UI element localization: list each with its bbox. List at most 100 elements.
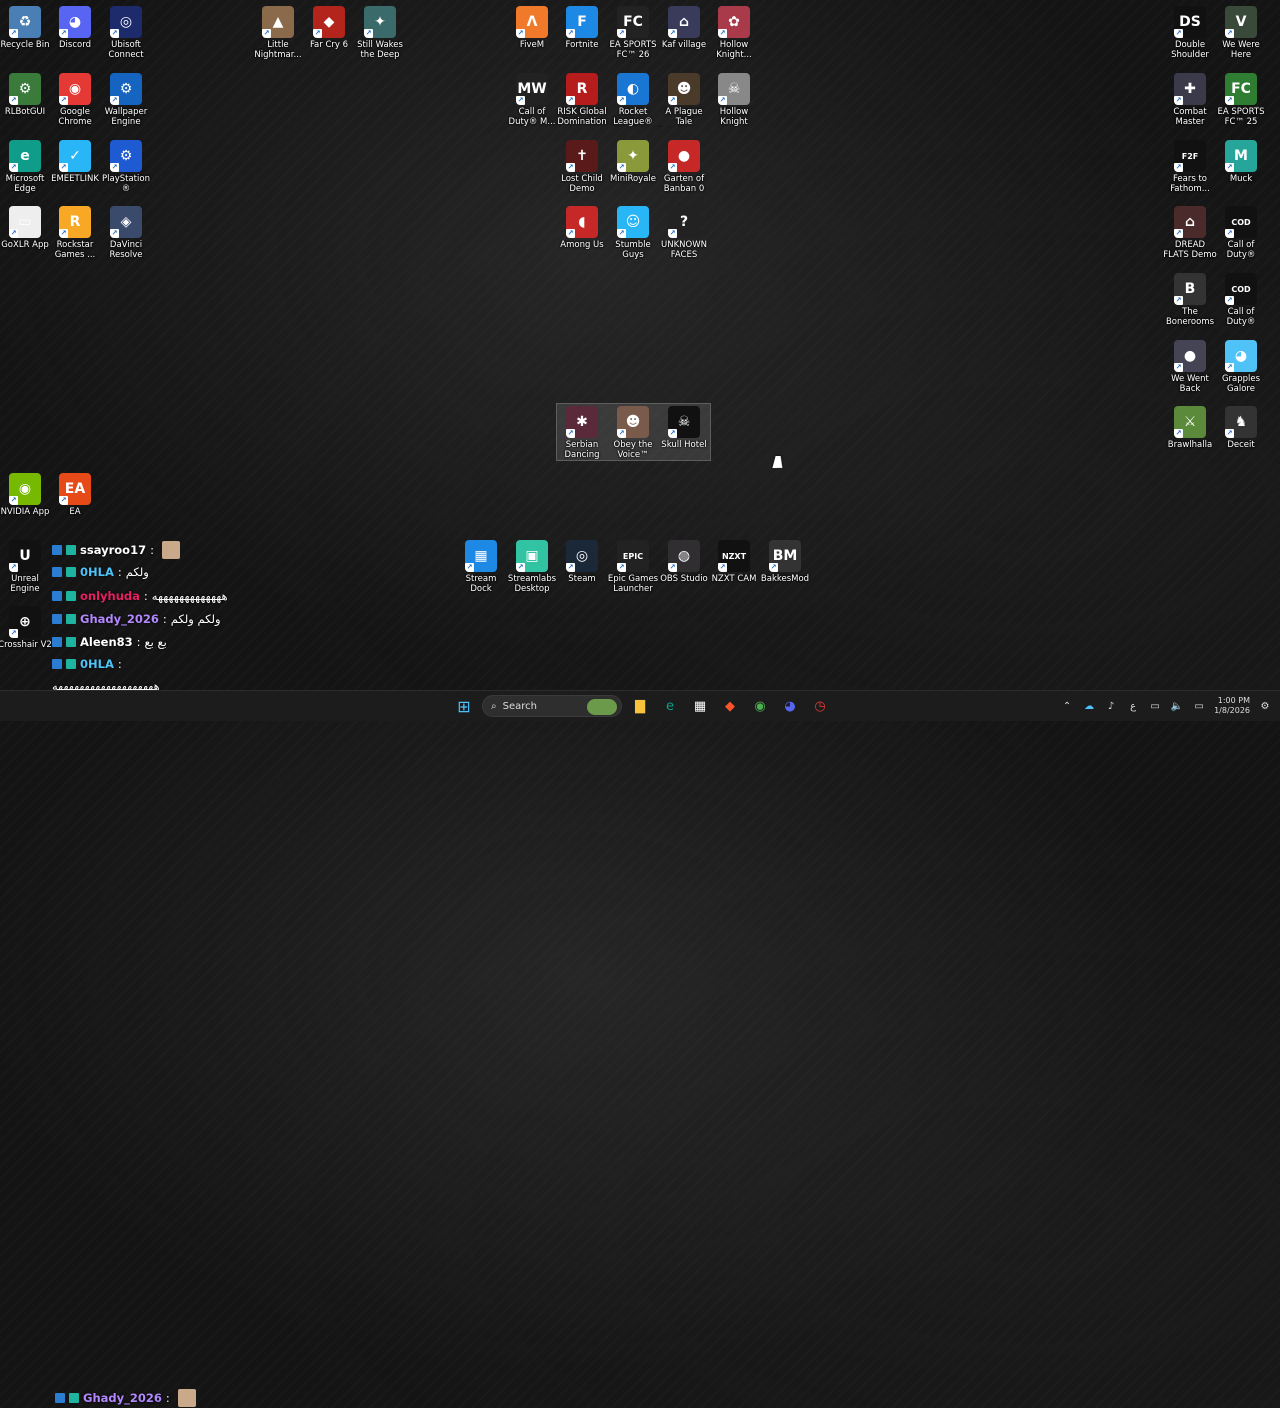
desktop-shortcut[interactable]: ✓ ↗ EMEETLINK [50, 140, 100, 184]
desktop-shortcut[interactable]: ◆ ↗ Far Cry 6 [304, 6, 354, 50]
microphone-icon[interactable]: ♪ [1104, 699, 1118, 713]
desktop-shortcut[interactable]: ? ↗ UNKNOWN FACES [659, 206, 709, 260]
goxlr-icon: ▭ ↗ [9, 206, 41, 238]
desktop-shortcut[interactable]: ⊕ ↗ Crosshair V2 [0, 606, 52, 650]
shortcut-label: Unreal Engine [10, 574, 40, 594]
desktop-shortcut[interactable]: ✦ ↗ Still Wakes the Deep [355, 6, 405, 60]
shortcut-arrow-icon: ↗ [59, 29, 68, 38]
desktop-shortcut[interactable]: e ↗ Microsoft Edge [0, 140, 50, 194]
shortcut-arrow-icon: ↗ [9, 96, 18, 105]
desktop-shortcut[interactable]: ♞ ↗ Deceit [1216, 406, 1266, 450]
desktop-shortcut[interactable]: V ↗ We Were Here [1216, 6, 1266, 60]
shortcut-arrow-icon: ↗ [1225, 163, 1234, 172]
desktop-shortcut[interactable]: FC ↗ EA SPORTS FC™ 25 [1216, 73, 1266, 127]
desktop-shortcut[interactable]: ▲ ↗ Little Nightmar... [253, 6, 303, 60]
chevron-up-icon[interactable]: ⌃ [1060, 699, 1074, 713]
desktop-shortcut[interactable]: ☺ ↗ Stumble Guys [608, 206, 658, 260]
desktop-shortcut[interactable]: ◐ ↗ Rocket League® [608, 73, 658, 127]
desktop-shortcut[interactable]: ▦ ↗ Stream Dock [456, 540, 506, 594]
shortcut-label: NVIDIA App [0, 507, 50, 517]
language-indicator[interactable]: ع [1126, 699, 1140, 713]
wallpaper-engine-icon: ⚙ ↗ [110, 73, 142, 105]
shortcut-arrow-icon: ↗ [1174, 229, 1183, 238]
desktop-shortcut[interactable]: ◈ ↗ DaVinci Resolve [101, 206, 151, 260]
chat-username: Aleen83 [80, 635, 133, 649]
brave-icon[interactable]: ◆ [718, 694, 742, 718]
desktop-shortcut[interactable]: ⚙ ↗ Wallpaper Engine [101, 73, 151, 127]
desktop-shortcut[interactable]: ☠ ↗ Hollow Knight [709, 73, 759, 127]
grapples-galore-icon: ◕ ↗ [1225, 340, 1257, 372]
desktop-shortcut[interactable]: ◕ ↗ Discord [50, 6, 100, 50]
stream-dock-icon: ▦ ↗ [465, 540, 497, 572]
desktop-shortcut[interactable]: ◎ ↗ Steam [557, 540, 607, 584]
store-icon[interactable]: ▦ [688, 694, 712, 718]
desktop-shortcut[interactable]: ✚ ↗ Combat Master [1165, 73, 1215, 127]
settings-gear-icon[interactable]: ⚙ [1258, 699, 1272, 713]
shortcut-label: Kaf village [661, 40, 707, 50]
desktop-shortcut[interactable]: ✿ ↗ Hollow Knight... [709, 6, 759, 60]
file-explorer-icon[interactable]: ▇ [628, 694, 652, 718]
start-button[interactable]: ⊞ [452, 694, 476, 718]
chat-badge-icon [52, 637, 62, 647]
desktop-shortcut[interactable]: F2F ↗ Fears to Fathom... [1165, 140, 1215, 194]
desktop-shortcut[interactable]: R ↗ Rockstar Games ... [50, 206, 100, 260]
desktop-shortcut[interactable]: FC ↗ EA SPORTS FC™ 26 [608, 6, 658, 60]
desktop-shortcut[interactable]: ☻↗Obey the Voice™ Demo [608, 406, 658, 460]
desktop-shortcut[interactable]: COD ↗ Call of Duty® [1216, 206, 1266, 260]
shortcut-arrow-icon: ↗ [566, 29, 575, 38]
desktop-shortcut[interactable]: ◕ ↗ Grapples Galore [1216, 340, 1266, 394]
desktop-shortcut[interactable]: ⚔ ↗ Brawlhalla [1165, 406, 1215, 450]
desktop-shortcut[interactable]: ☻↗A Plague Tale Requiem - ... [659, 73, 709, 127]
desktop-shortcut[interactable]: BM ↗ BakkesMod [760, 540, 810, 584]
ea-fc26-icon: FC ↗ [617, 6, 649, 38]
shortcut-arrow-icon: ↗ [516, 29, 525, 38]
desktop-shortcut[interactable]: COD ↗ Call of Duty® [1216, 273, 1266, 327]
desktop-shortcut[interactable]: DS ↗ Double Shoulder [1165, 6, 1215, 60]
desktop-shortcut[interactable]: B ↗ The Bonerooms [1165, 273, 1215, 327]
desktop-shortcut[interactable]: ⌂ ↗ DREAD FLATS Demo [1163, 206, 1217, 260]
edge-icon[interactable]: e [658, 694, 682, 718]
desktop-shortcut[interactable]: U ↗ Unreal Engine [0, 540, 50, 594]
desktop-shortcut[interactable]: ● ↗ Garten of Banban 0 [659, 140, 709, 194]
desktop-shortcut[interactable]: NZXT ↗ NZXT CAM [709, 540, 759, 584]
clock-app-icon[interactable]: ◷ [808, 694, 832, 718]
desktop-shortcut[interactable]: R ↗ RISK Global Domination [557, 73, 607, 127]
epic-games-icon: EPIC ↗ [617, 540, 649, 572]
desktop-shortcut[interactable]: ◎ ↗ Ubisoft Connect [101, 6, 151, 60]
desktop-shortcut[interactable]: ▣ ↗ Streamlabs Desktop [507, 540, 557, 594]
desktop-shortcut[interactable]: ⚙↗PlayStation® Accessories [101, 140, 151, 194]
network-icon[interactable]: ▭ [1192, 699, 1206, 713]
chat-badge-icon [55, 1393, 65, 1403]
display-icon[interactable]: ▭ [1148, 699, 1162, 713]
chrome-icon[interactable]: ◉ [748, 694, 772, 718]
desktop-shortcut[interactable]: EPIC ↗ Epic Games Launcher [608, 540, 658, 594]
chat-separator: : [117, 657, 122, 671]
desktop-shortcut[interactable]: ⌂ ↗ Kaf village [659, 6, 709, 50]
volume-icon[interactable]: 🔈 [1170, 699, 1184, 713]
desktop-shortcut[interactable]: ✦ ↗ MiniRoyale [608, 140, 658, 184]
shortcut-arrow-icon: ↗ [1225, 363, 1234, 372]
desktop-shortcut[interactable]: ✝ ↗ Lost Child Demo [557, 140, 607, 194]
desktop-shortcut[interactable]: ▭ ↗ GoXLR App [0, 206, 50, 250]
desktop-shortcut[interactable]: Λ ↗ FiveM [507, 6, 557, 50]
clock[interactable]: 1:00 PM 1/8/2026 [1214, 696, 1250, 716]
onedrive-icon[interactable]: ☁ [1082, 699, 1096, 713]
desktop-shortcut[interactable]: ⚙ ↗ RLBotGUI [0, 73, 50, 117]
shortcut-arrow-icon: ↗ [9, 563, 18, 572]
desktop-shortcut[interactable]: ◉ ↗ Google Chrome [50, 73, 100, 127]
search-input[interactable]: ⌕ Search [482, 695, 622, 717]
desktop-shortcut[interactable]: ● ↗ We Went Back [1165, 340, 1215, 394]
desktop-shortcut[interactable]: ✱↗Serbian Dancing Lady [557, 406, 607, 460]
shortcut-arrow-icon: ↗ [262, 29, 271, 38]
desktop-shortcut[interactable]: MW ↗ Call of Duty® M... [507, 73, 557, 127]
desktop-shortcut[interactable]: M ↗ Muck [1216, 140, 1266, 184]
desktop-shortcut[interactable]: ☠ ↗ Skull Hotel [659, 406, 709, 450]
desktop-shortcut[interactable]: ◍ ↗ OBS Studio [659, 540, 709, 584]
desktop-shortcut[interactable]: F ↗ Fortnite [557, 6, 607, 50]
chat-message: Ghady_2026 : ولكم ولكم [52, 609, 221, 629]
desktop-shortcut[interactable]: ◉ ↗ NVIDIA App [0, 473, 50, 517]
desktop-shortcut[interactable]: EA ↗ EA [50, 473, 100, 517]
desktop-shortcut[interactable]: ♻ ↗ Recycle Bin [0, 6, 50, 50]
discord-icon[interactable]: ◕ [778, 694, 802, 718]
desktop-shortcut[interactable]: ◖ ↗ Among Us [557, 206, 607, 250]
